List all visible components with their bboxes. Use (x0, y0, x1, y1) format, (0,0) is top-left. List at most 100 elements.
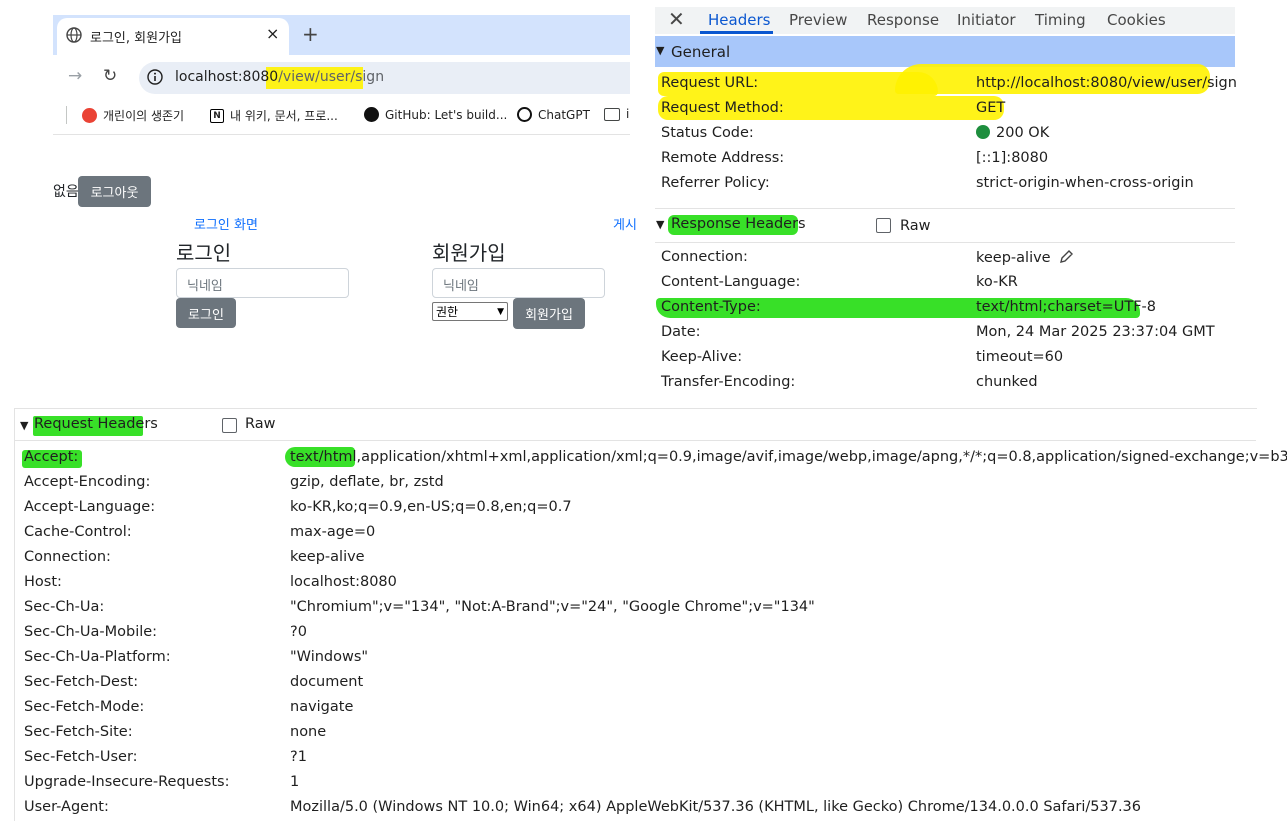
tab-close-icon[interactable]: × (266, 24, 279, 43)
request-header-value: localhost:8080 (290, 574, 397, 590)
response-header-value: chunked (976, 374, 1038, 390)
notion-icon: N (210, 108, 224, 123)
url-text[interactable]: localhost:8080/view/user/sign (175, 69, 384, 85)
raw-checkbox[interactable] (876, 218, 891, 233)
folder-icon (604, 107, 620, 121)
role-select[interactable]: 권한 ▼ (432, 302, 508, 321)
tab-preview[interactable]: Preview (789, 11, 847, 29)
tab-headers[interactable]: Headers (708, 11, 770, 29)
site-info-icon[interactable] (147, 69, 163, 85)
general-section-header[interactable] (655, 36, 1235, 67)
new-tab-button[interactable]: + (302, 22, 319, 46)
board-link[interactable]: 게시 (613, 214, 637, 233)
response-headers-title: Response Headers (671, 216, 806, 232)
general-value: http://localhost:8080/view/user/sign (976, 75, 1237, 91)
role-select-value: 권한 (436, 305, 459, 319)
request-header-value: Mozilla/5.0 (Windows NT 10.0; Win64; x64… (290, 799, 1142, 815)
general-label: Status Code: (661, 125, 754, 141)
general-value: 200 OK (976, 125, 1049, 141)
chatgpt-icon (517, 107, 532, 122)
chevron-down-icon: ▼ (497, 306, 504, 317)
response-header-label: Content-Type: (661, 299, 761, 315)
raw-label: Raw (245, 416, 276, 432)
request-header-label: Sec-Ch-Ua-Mobile: (24, 624, 158, 640)
bookmark-label: ChatGPT (538, 107, 590, 122)
request-header-value: ?1 (290, 749, 307, 765)
request-header-label: Upgrade-Insecure-Requests: (24, 774, 230, 790)
login-submit-button[interactable]: 로그인 (176, 298, 236, 328)
request-header-label: Accept-Encoding: (24, 474, 151, 490)
tab-response[interactable]: Response (867, 11, 939, 29)
pencil-icon[interactable] (1059, 249, 1074, 264)
login-nickname-input[interactable]: 닉네임 (176, 268, 349, 298)
chrome-divider (53, 134, 630, 135)
raw-checkbox[interactable] (222, 418, 237, 433)
request-header-label: User-Agent: (24, 799, 109, 815)
request-header-value: navigate (290, 699, 354, 715)
general-value: GET (976, 100, 1006, 116)
request-header-label: Sec-Fetch-Mode: (24, 699, 145, 715)
response-header-value: text/html;charset=UTF-8 (976, 299, 1157, 315)
request-header-label: Connection: (24, 549, 111, 565)
bookmark-item[interactable]: ChatGPT (517, 107, 590, 122)
reload-icon[interactable]: ↻ (103, 66, 117, 86)
request-header-label: Accept-Language: (24, 499, 156, 515)
general-label: Request Method: (661, 100, 784, 116)
globe-icon (66, 27, 82, 43)
status-code-text: 200 OK (996, 125, 1050, 141)
request-header-value: ?0 (290, 624, 307, 640)
response-header-label: Keep-Alive: (661, 349, 743, 365)
response-header-value: ko-KR (976, 274, 1018, 290)
bookmark-label: 개린이의 생존기 (103, 109, 185, 123)
logout-button[interactable]: 로그아웃 (78, 176, 151, 207)
response-header-label: Content-Language: (661, 274, 801, 290)
bookmark-item[interactable]: N 내 위키, 문서, 프로... (210, 107, 338, 124)
request-header-label: Accept: (24, 449, 79, 465)
response-header-value: keep-alive (976, 249, 1074, 266)
request-header-value: none (290, 724, 327, 740)
red-circle-icon (82, 108, 97, 123)
request-headers-title[interactable]: Request Headers (34, 416, 158, 432)
tab-timing[interactable]: Timing (1035, 11, 1086, 29)
request-header-value: ko-KR,ko;q=0.9,en-US;q=0.8,en;q=0.7 (290, 499, 572, 515)
request-header-value: max-age=0 (290, 524, 376, 540)
bookmark-item[interactable]: GitHub: Let's build... (364, 107, 507, 122)
close-icon[interactable]: ✕ (668, 7, 685, 31)
response-header-label: Connection: (661, 249, 748, 265)
login-status-text: 없음 (53, 184, 79, 200)
general-value: strict-origin-when-cross-origin (976, 175, 1194, 191)
bookmark-label: GitHub: Let's build... (385, 107, 508, 122)
tab-initiator[interactable]: Initiator (957, 11, 1016, 29)
signup-nickname-input[interactable]: 닉네임 (432, 268, 605, 298)
request-header-value: 1 (290, 774, 300, 790)
signup-submit-button[interactable]: 회원가입 (513, 298, 585, 329)
request-header-label: Sec-Fetch-Site: (24, 724, 133, 740)
tab-cookies[interactable]: Cookies (1107, 11, 1166, 29)
request-header-value: text/html,application/xhtml+xml,applicat… (290, 449, 1287, 465)
general-label: Remote Address: (661, 150, 785, 166)
request-header-value: document (290, 674, 364, 690)
section-divider (655, 242, 1235, 243)
triangle-down-icon: ▼ (656, 218, 665, 231)
bookmark-item[interactable]: i (604, 107, 629, 121)
login-screen-link[interactable]: 로그인 화면 (194, 214, 258, 233)
triangle-down-icon: ▼ (656, 44, 665, 57)
active-tab-indicator (700, 31, 773, 34)
forward-icon[interactable]: → (68, 66, 82, 86)
section-divider (14, 440, 1256, 441)
general-value: [::1]:8080 (976, 150, 1049, 166)
request-header-value: "Chromium";v="134", "Not:A-Brand";v="24"… (290, 599, 815, 615)
url-path: /view/user/sign (278, 69, 385, 85)
status-ok-icon (976, 125, 990, 139)
triangle-down-icon: ▼ (20, 419, 29, 432)
signup-heading: 회원가입 (432, 241, 506, 265)
bookmark-item[interactable]: 개린이의 생존기 (82, 107, 184, 124)
request-header-value: "Windows" (290, 649, 369, 665)
request-header-label: Sec-Ch-Ua: (24, 599, 105, 615)
github-icon (364, 107, 379, 122)
request-header-value: keep-alive (290, 549, 365, 565)
tab-title: 로그인, 회원가입 (90, 31, 182, 46)
general-label: Request URL: (661, 75, 759, 91)
response-header-label: Date: (661, 324, 701, 340)
response-header-label: Transfer-Encoding: (661, 374, 796, 390)
